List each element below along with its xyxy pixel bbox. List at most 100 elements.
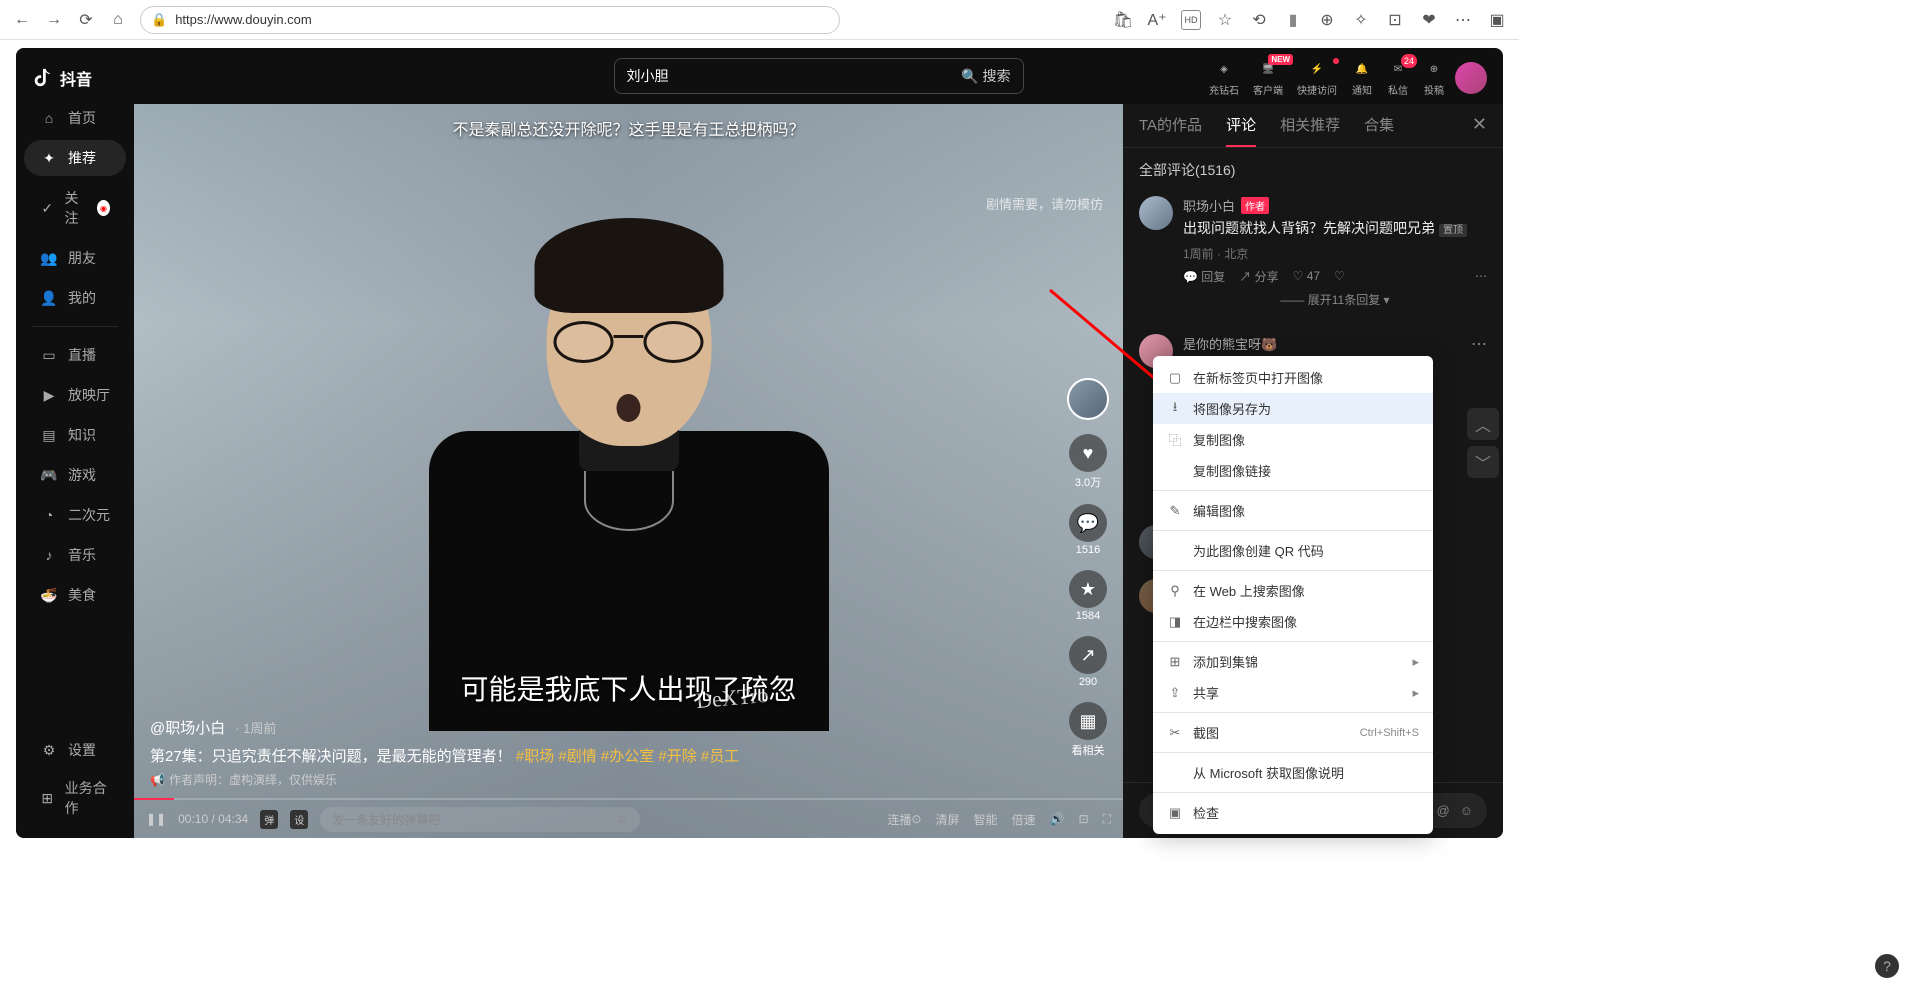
refresh-button[interactable]: ⟳	[76, 10, 96, 30]
prev-video-button[interactable]: ︿	[1467, 408, 1499, 440]
tab-related[interactable]: 相关推荐	[1280, 114, 1340, 147]
at-icon[interactable]: @	[1437, 803, 1450, 818]
sidebar-item-food[interactable]: 🍜美食	[24, 577, 126, 613]
tab-collection[interactable]: 合集	[1364, 114, 1394, 147]
back-button[interactable]: ←	[12, 10, 32, 30]
favorites2-icon[interactable]: ✧	[1351, 10, 1371, 30]
read-aloud-icon[interactable]: A⁺	[1147, 10, 1167, 30]
top-message[interactable]: ✉私信24	[1383, 58, 1413, 97]
history-icon[interactable]: ⊡	[1385, 10, 1405, 30]
like-comment-button[interactable]: ♡ 47	[1293, 269, 1320, 283]
home-button[interactable]: ⌂	[108, 10, 128, 30]
sidebar-item-friends[interactable]: 👥朋友	[24, 240, 126, 276]
like-button[interactable]: ♥3.0万	[1069, 434, 1107, 490]
expand-replies[interactable]: —— 展开11条回复 ▾	[1183, 285, 1487, 314]
top-quick[interactable]: ⚡快捷访问	[1293, 58, 1341, 97]
sidebar-item-game[interactable]: 🎮游戏	[24, 457, 126, 493]
search-button[interactable]: 🔍搜索	[961, 66, 1010, 86]
favorite-button[interactable]: ★1584	[1069, 570, 1107, 622]
divider	[1153, 641, 1433, 642]
sidebar-item-music[interactable]: ♪音乐	[24, 537, 126, 573]
autoplay-toggle[interactable]: 连播 ⊙	[887, 811, 921, 828]
sidebar-item-anime[interactable]: ◔二次元	[24, 497, 126, 533]
smart-button[interactable]: 智能	[974, 811, 998, 828]
sidebar-icon: ◨	[1167, 614, 1183, 630]
help-button[interactable]: ?	[1875, 954, 1899, 978]
pause-button[interactable]: ❚❚	[146, 812, 166, 826]
commenter-avatar[interactable]	[1139, 196, 1173, 230]
close-panel-button[interactable]: ✕	[1472, 114, 1487, 135]
sidebar-item-business[interactable]: ⊞业务合作	[24, 770, 126, 826]
cm-add-collection[interactable]: ⊞添加到集锦▸	[1153, 646, 1433, 677]
sidebar-toggle-icon[interactable]: ▣	[1487, 10, 1507, 30]
cm-edit[interactable]: ✎编辑图像	[1153, 495, 1433, 526]
related-button[interactable]: ▦看相关	[1069, 702, 1107, 758]
share-comment-button[interactable]: ↗ 分享	[1239, 268, 1278, 285]
split-icon[interactable]: ▮	[1283, 10, 1303, 30]
next-video-button[interactable]: ﹀	[1467, 446, 1499, 478]
cm-qr[interactable]: 为此图像创建 QR 代码	[1153, 535, 1433, 566]
user-avatar[interactable]	[1455, 62, 1487, 94]
cm-save-as[interactable]: ⭳将图像另存为	[1153, 393, 1433, 424]
hashtags[interactable]: #职场 #剧情 #办公室 #开除 #员工	[512, 748, 740, 765]
fullscreen-button[interactable]: ⛶	[1103, 812, 1111, 827]
pip-button[interactable]: ⊡	[1079, 812, 1089, 826]
more-icon[interactable]: ⋯	[1453, 10, 1473, 30]
cm-search-sidebar[interactable]: ◨在边栏中搜索图像	[1153, 606, 1433, 637]
danmu-toggle[interactable]: 弹	[260, 810, 278, 829]
more-icon[interactable]: ⋯	[1471, 334, 1487, 354]
danmu-settings[interactable]: 设	[290, 810, 308, 829]
comment-button[interactable]: 💬1516	[1069, 504, 1107, 556]
collections-icon[interactable]: ⊕	[1317, 10, 1337, 30]
cm-copy-image[interactable]: ⿻复制图像	[1153, 424, 1433, 455]
emoji-icon[interactable]: ☺	[616, 812, 628, 826]
top-diamond[interactable]: ◈充钻石	[1205, 58, 1243, 97]
author-avatar[interactable]	[1067, 378, 1109, 420]
cm-search-web[interactable]: ⚲在 Web 上搜索图像	[1153, 575, 1433, 606]
cm-share[interactable]: ⇪共享▸	[1153, 677, 1433, 708]
sidebar-item-mine[interactable]: 👤我的	[24, 280, 126, 316]
commenter-name[interactable]: 是你的熊宝呀🐻	[1183, 334, 1487, 353]
sidebar-item-knowledge[interactable]: ▤知识	[24, 417, 126, 453]
gear-icon: ⚙	[40, 741, 58, 759]
hd-icon[interactable]: HD	[1181, 10, 1201, 30]
favorite-icon[interactable]: ☆	[1215, 10, 1235, 30]
speed-button[interactable]: 倍速	[1012, 811, 1036, 828]
reply-button[interactable]: 💬 回复	[1183, 268, 1225, 285]
volume-button[interactable]: 🔊	[1050, 812, 1065, 826]
cm-screenshot[interactable]: ✂截图Ctrl+Shift+S	[1153, 717, 1433, 748]
cm-copy-link[interactable]: 复制图像链接	[1153, 455, 1433, 486]
forward-button[interactable]: →	[44, 10, 64, 30]
more-icon[interactable]: ⋯	[1475, 269, 1487, 283]
tab-comments[interactable]: 评论	[1226, 114, 1256, 147]
sidebar-item-cinema[interactable]: ▶放映厅	[24, 377, 126, 413]
sidebar-item-recommend[interactable]: ✦推荐	[24, 140, 126, 176]
commenter-name[interactable]: 职场小白作者	[1183, 196, 1487, 215]
logo[interactable]: 抖音	[16, 58, 134, 98]
emoji-icon[interactable]: ☺	[1460, 803, 1473, 818]
top-notify[interactable]: 🔔通知	[1347, 58, 1377, 97]
share-button[interactable]: ↗290	[1069, 636, 1107, 688]
top-client[interactable]: 🖥客户端NEW	[1249, 58, 1287, 97]
refresh2-icon[interactable]: ⟲	[1249, 10, 1269, 30]
sidebar-item-settings[interactable]: ⚙设置	[24, 732, 126, 768]
divider	[1153, 570, 1433, 571]
shopping-icon[interactable]: 🛍	[1113, 10, 1133, 30]
sidebar-item-live[interactable]: ▭直播	[24, 337, 126, 373]
clear-button[interactable]: 清屏	[936, 811, 960, 828]
address-bar[interactable]: 🔒 https://www.douyin.com	[140, 6, 840, 34]
top-upload[interactable]: ⊕投稿	[1419, 58, 1449, 97]
tab-works[interactable]: TA的作品	[1139, 114, 1202, 147]
search-input[interactable]	[627, 68, 962, 84]
sidebar-item-home[interactable]: ⌂首页	[24, 100, 126, 136]
cm-open-new-tab[interactable]: ▢在新标签页中打开图像	[1153, 362, 1433, 393]
dislike-button[interactable]: ♡	[1334, 269, 1345, 283]
sidebar-item-follow[interactable]: ✓关注◉	[24, 180, 126, 236]
cm-image-description[interactable]: 从 Microsoft 获取图像说明	[1153, 757, 1433, 788]
cm-inspect[interactable]: ▣检查	[1153, 797, 1433, 828]
search-box[interactable]: 🔍搜索	[614, 58, 1024, 94]
video-player[interactable]: DeXTro 不是秦副总还没开除呢？这手里是	[134, 104, 1123, 838]
danmu-input[interactable]: 发一条友好的弹幕吧 ☺	[320, 807, 640, 832]
author-name[interactable]: @职场小白	[150, 717, 225, 738]
performance-icon[interactable]: ❤	[1419, 10, 1439, 30]
